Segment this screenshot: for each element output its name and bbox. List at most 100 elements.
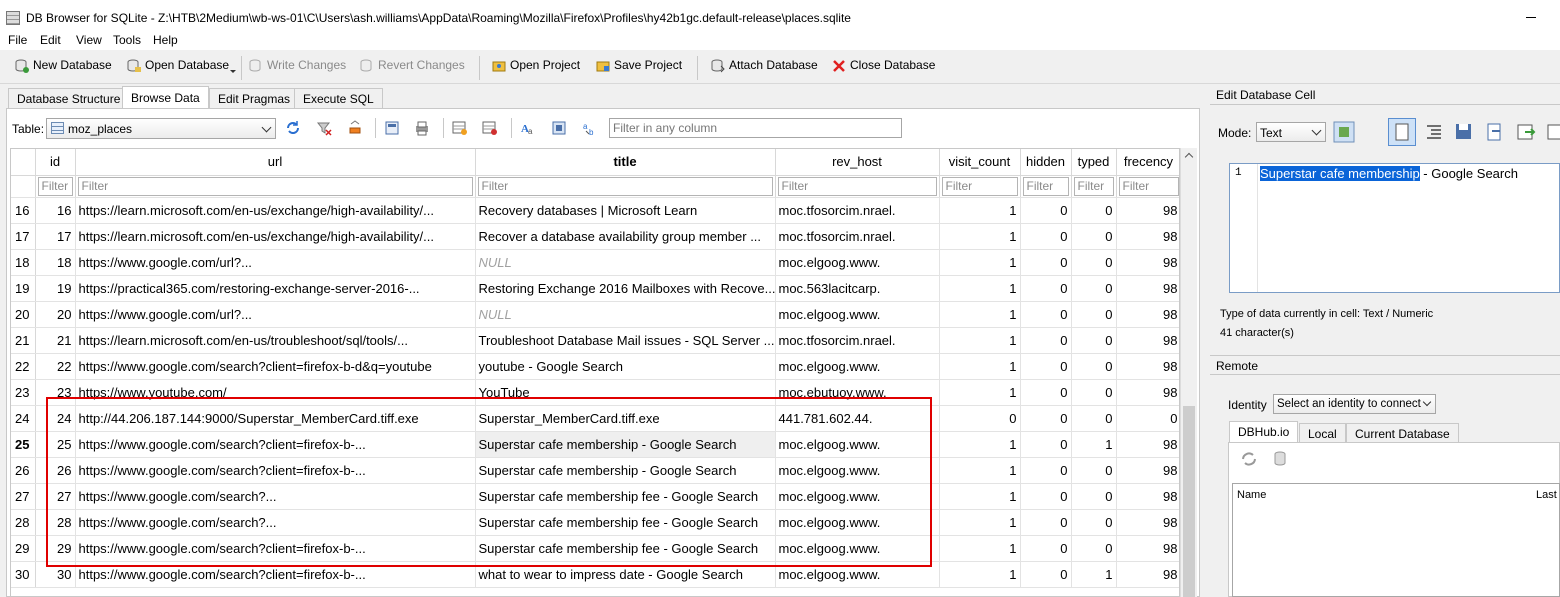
table-row[interactable]: 16 16 https://learn.microsoft.com/en-us/ex…	[11, 197, 1179, 224]
tab-edit-pragmas[interactable]: Edit Pragmas	[209, 88, 300, 108]
cell-rev-host[interactable]: moc.elgoog.www.	[775, 483, 940, 510]
column-header-url[interactable]: url	[75, 149, 476, 176]
cell-id[interactable]: 16	[35, 197, 76, 224]
cell-id[interactable]: 22	[35, 353, 76, 380]
save-results-icon[interactable]	[384, 120, 400, 136]
tab-database-structure[interactable]: Database Structure	[8, 88, 130, 108]
cell-visit-count[interactable]: 1	[939, 457, 1021, 484]
delete-record-icon[interactable]	[482, 120, 498, 136]
cell-visit-count[interactable]: 1	[939, 535, 1021, 562]
table-row[interactable]: 18 18 https://www.google.com/url?... NULL mo…	[11, 249, 1179, 276]
menu-help[interactable]: Help	[153, 33, 178, 47]
cell-rev-host[interactable]: moc.tfosorcim.nrael.	[775, 223, 940, 250]
row-header[interactable]: 19	[11, 275, 36, 302]
cell-id[interactable]: 26	[35, 457, 76, 484]
cell-frecency[interactable]: 98	[1116, 223, 1179, 250]
cell-title[interactable]: Troubleshoot Database Mail issues - SQL …	[475, 327, 776, 354]
menu-file[interactable]: File	[8, 33, 27, 47]
column-header-visit-count[interactable]: visit_count	[939, 149, 1021, 176]
cell-url[interactable]: https://www.google.com/search?client=fir…	[75, 431, 476, 458]
cell-hidden[interactable]: 0	[1020, 223, 1072, 250]
cell-rev-host[interactable]: moc.ebutuoy.www.	[775, 379, 940, 406]
close-database-button[interactable]: Close Database	[832, 58, 935, 76]
cell-title[interactable]: Restoring Exchange 2016 Mailboxes with R…	[475, 275, 776, 302]
list-column-name[interactable]: Name	[1237, 489, 1266, 501]
cell-frecency[interactable]: 0	[1116, 405, 1179, 432]
cell-hidden[interactable]: 0	[1020, 379, 1072, 406]
cell-frecency[interactable]: 98	[1116, 197, 1179, 224]
row-header[interactable]: 24	[11, 405, 36, 432]
column-header-typed[interactable]: typed	[1071, 149, 1117, 176]
table-row[interactable]: 29 29 https://www.google.com/search?client…	[11, 535, 1179, 562]
find-replace-icon[interactable]: ab	[582, 120, 598, 136]
table-row[interactable]: 21 21 https://learn.microsoft.com/en-us/tr…	[11, 327, 1179, 354]
row-header[interactable]: 23	[11, 379, 36, 406]
row-header[interactable]: 21	[11, 327, 36, 354]
cell-typed[interactable]: 0	[1071, 457, 1117, 484]
row-header[interactable]: 22	[11, 353, 36, 380]
table-row[interactable]: 28 28 https://www.google.com/search?... Sup…	[11, 509, 1179, 536]
table-row[interactable]: 23 23 https://www.youtube.com/YouTube moc.e…	[11, 379, 1179, 406]
tab-local[interactable]: Local	[1299, 423, 1346, 443]
cell-frecency[interactable]: 98	[1116, 535, 1179, 562]
column-filter-input[interactable]: Filter	[941, 176, 1018, 196]
cell-url[interactable]: https://learn.microsoft.com/en-us/exchan…	[75, 197, 476, 224]
cell-hidden[interactable]: 0	[1020, 483, 1072, 510]
cell-typed[interactable]: 0	[1071, 509, 1117, 536]
cell-frecency[interactable]: 98	[1116, 561, 1179, 588]
cell-id[interactable]: 30	[35, 561, 76, 588]
cell-hidden[interactable]: 0	[1020, 509, 1072, 536]
cell-visit-count[interactable]: 1	[939, 379, 1021, 406]
cell-visit-count[interactable]: 1	[939, 483, 1021, 510]
minimize-button[interactable]	[1524, 8, 1554, 28]
refresh-icon[interactable]	[1240, 450, 1258, 468]
cell-id[interactable]: 28	[35, 509, 76, 536]
scrollbar-thumb[interactable]	[1183, 406, 1195, 597]
cell-rev-host[interactable]: moc.elgoog.www.	[775, 535, 940, 562]
cell-typed[interactable]: 0	[1071, 223, 1117, 250]
column-filter-input[interactable]: Filter	[1118, 176, 1179, 196]
row-header[interactable]: 25	[11, 431, 36, 458]
write-changes-button[interactable]: Write Changes	[249, 58, 346, 76]
cell-hidden[interactable]: 0	[1020, 405, 1072, 432]
cell-editor-text[interactable]: Superstar cafe membership - Google Searc…	[1260, 166, 1518, 181]
scroll-up-icon[interactable]	[1184, 152, 1194, 162]
cell-title[interactable]: youtube - Google Search	[475, 353, 776, 380]
cell-typed[interactable]: 1	[1071, 431, 1117, 458]
column-filter-input[interactable]: Filter	[1073, 176, 1114, 196]
table-row[interactable]: 30 30 https://www.google.com/search?client…	[11, 561, 1179, 588]
cell-rev-host[interactable]: moc.elgoog.www.	[775, 301, 940, 328]
list-column-last[interactable]: Last	[1536, 489, 1557, 501]
clear-sort-icon[interactable]	[347, 120, 363, 136]
cell-hidden[interactable]: 0	[1020, 301, 1072, 328]
cell-typed[interactable]: 0	[1071, 483, 1117, 510]
indent-icon[interactable]	[1423, 121, 1445, 143]
auto-switch-mode-icon[interactable]	[1333, 121, 1355, 143]
cell-hidden[interactable]: 0	[1020, 353, 1072, 380]
cell-title[interactable]: Superstar cafe membership - Google Searc…	[475, 431, 776, 458]
column-filter-input[interactable]: Filter	[777, 176, 937, 196]
cell-title[interactable]: Superstar cafe membership fee - Google S…	[475, 509, 776, 536]
table-row[interactable]: 24 24 http://44.206.187.144:9000/Superstar…	[11, 405, 1179, 432]
cell-frecency[interactable]: 98	[1116, 327, 1179, 354]
table-row[interactable]: 25 25 https://www.google.com/search?client…	[11, 431, 1179, 458]
cell-frecency[interactable]: 98	[1116, 249, 1179, 276]
cell-frecency[interactable]: 98	[1116, 431, 1179, 458]
format-icon[interactable]	[551, 120, 567, 136]
cell-typed[interactable]: 1	[1071, 561, 1117, 588]
word-wrap-icon[interactable]	[1388, 118, 1416, 146]
refresh-icon[interactable]	[285, 120, 301, 136]
insert-record-icon[interactable]	[452, 120, 468, 136]
cell-typed[interactable]: 0	[1071, 353, 1117, 380]
cell-id[interactable]: 17	[35, 223, 76, 250]
identity-select[interactable]: Select an identity to connect	[1273, 394, 1436, 414]
export-icon[interactable]	[1515, 121, 1537, 143]
clear-filters-icon[interactable]	[316, 120, 332, 136]
cell-id[interactable]: 23	[35, 379, 76, 406]
cell-id[interactable]: 21	[35, 327, 76, 354]
cell-hidden[interactable]: 0	[1020, 249, 1072, 276]
cell-frecency[interactable]: 98	[1116, 483, 1179, 510]
column-filter-input[interactable]: Filter	[1022, 176, 1069, 196]
revert-changes-button[interactable]: Revert Changes	[360, 58, 465, 76]
open-project-button[interactable]: Open Project	[492, 58, 580, 76]
